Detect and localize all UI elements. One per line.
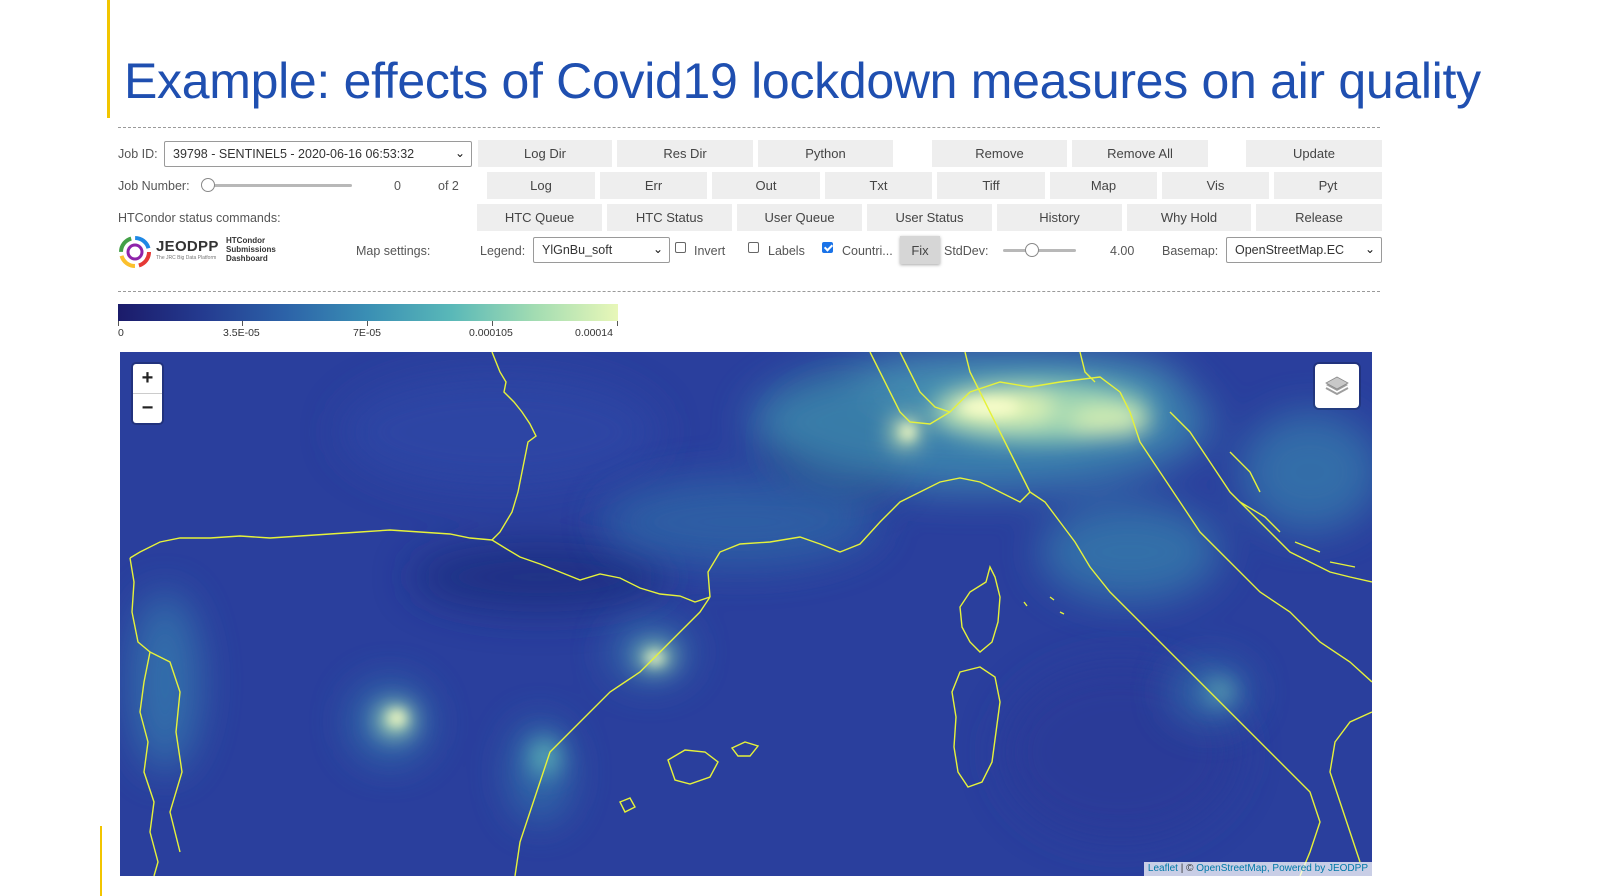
colorbar-tick-label: 0.00014 — [575, 327, 613, 339]
invert-label: Invert — [694, 244, 726, 258]
basemap-select[interactable]: OpenStreetMap.EC ⌄ — [1226, 237, 1382, 263]
python-button[interactable]: Python — [758, 140, 893, 167]
separator-bottom — [118, 291, 1380, 292]
pyt-button[interactable]: Pyt — [1274, 172, 1382, 199]
jeodpp-logo-name: JEODPP — [156, 238, 219, 255]
job-number-value: 0 — [394, 179, 401, 193]
htc-queue-button[interactable]: HTC Queue — [477, 204, 602, 231]
labels-checkbox[interactable] — [748, 242, 759, 253]
err-button[interactable]: Err — [600, 172, 707, 199]
colorbar-tick — [492, 321, 493, 326]
zoom-out-button[interactable]: − — [133, 394, 162, 423]
map-button[interactable]: Map — [1050, 172, 1157, 199]
basemap-value: OpenStreetMap.EC — [1235, 243, 1345, 257]
res-dir-button[interactable]: Res Dir — [617, 140, 753, 167]
colorbar-tick — [118, 321, 119, 326]
colorbar-tick-label: 0 — [118, 327, 124, 339]
jeodpp-logo-icon — [119, 236, 151, 268]
remove-all-button[interactable]: Remove All — [1072, 140, 1208, 167]
job-id-label: Job ID: — [118, 147, 158, 161]
fix-button[interactable]: Fix — [900, 236, 940, 264]
colorbar-tick — [242, 321, 243, 326]
dashboard-logo-line3: Dashboard — [226, 254, 268, 263]
stddev-label: StdDev: — [944, 244, 989, 258]
update-button[interactable]: Update — [1246, 140, 1382, 167]
map-view[interactable] — [120, 352, 1372, 876]
colorbar-tick — [367, 321, 368, 326]
user-queue-button[interactable]: User Queue — [737, 204, 862, 231]
user-status-button[interactable]: User Status — [867, 204, 992, 231]
history-button[interactable]: History — [997, 204, 1122, 231]
colorbar-tick-label: 3.5E-05 — [223, 327, 260, 339]
job-number-total: of 2 — [438, 179, 459, 193]
stddev-slider-thumb[interactable] — [1025, 243, 1040, 257]
colorbar-tick-label: 7E-05 — [353, 327, 382, 339]
no2-heatmap — [120, 352, 1372, 876]
remove-button[interactable]: Remove — [932, 140, 1067, 167]
countries-checkbox[interactable] — [822, 242, 833, 253]
release-button[interactable]: Release — [1256, 204, 1382, 231]
slide-accent-bar-bottom — [100, 826, 102, 896]
legend-select[interactable]: YlGnBu_soft ⌄ — [533, 237, 670, 263]
legend-value: YlGnBu_soft — [542, 243, 613, 257]
legend-label: Legend: — [480, 244, 526, 258]
colorbar-tick — [617, 321, 618, 326]
map-attribution: Leaflet | © OpenStreetMap, Powered by JE… — [1143, 862, 1372, 876]
job-number-slider-thumb[interactable] — [201, 178, 215, 192]
separator-top — [118, 127, 1380, 128]
job-id-select[interactable]: 39798 - SENTINEL5 - 2020-06-16 06:53:32 … — [164, 141, 472, 167]
colorbar-tick-label: 0.000105 — [469, 327, 513, 339]
colorbar — [118, 304, 618, 321]
openstreetmap-link[interactable]: OpenStreetMap — [1196, 863, 1267, 874]
why-hold-button[interactable]: Why Hold — [1127, 204, 1251, 231]
slide-title: Example: effects of Covid19 lockdown mea… — [124, 53, 1481, 109]
invert-checkbox[interactable] — [675, 242, 686, 253]
chevron-down-icon: ⌄ — [454, 146, 465, 160]
countries-label: Countri... — [842, 244, 893, 258]
slide-accent-bar — [107, 0, 110, 118]
htcondor-status-label: HTCondor status commands: — [118, 211, 281, 225]
jeodpp-logo-tagline: The JRC Big Data Platform — [156, 255, 217, 261]
labels-label: Labels — [768, 244, 805, 258]
layers-button[interactable] — [1315, 364, 1359, 408]
stddev-slider-track[interactable] — [1003, 249, 1076, 252]
dashboard-logo-line1: HTCondor — [226, 236, 266, 245]
stddev-value: 4.00 — [1110, 244, 1135, 258]
leaflet-link[interactable]: Leaflet — [1148, 863, 1178, 874]
chevron-down-icon: ⌄ — [652, 242, 663, 256]
job-number-label: Job Number: — [118, 179, 190, 193]
powered-by-jeodpp[interactable]: , Powered by JEODPP — [1267, 863, 1368, 874]
attribution-separator: | © — [1177, 863, 1197, 874]
htc-status-button[interactable]: HTC Status — [607, 204, 732, 231]
out-button[interactable]: Out — [712, 172, 820, 199]
job-id-value: 39798 - SENTINEL5 - 2020-06-16 06:53:32 — [173, 147, 415, 161]
dashboard-logo-line2: Submissions — [226, 245, 276, 254]
chevron-down-icon: ⌄ — [1364, 242, 1375, 256]
jeodpp-logo: JEODPP The JRC Big Data Platform HTCondo… — [118, 235, 293, 269]
map-settings-label: Map settings: — [356, 244, 431, 258]
layers-icon — [1325, 376, 1349, 396]
tiff-button[interactable]: Tiff — [937, 172, 1045, 199]
vis-button[interactable]: Vis — [1162, 172, 1269, 199]
log-button[interactable]: Log — [487, 172, 595, 199]
zoom-control: + − — [133, 364, 162, 423]
txt-button[interactable]: Txt — [825, 172, 932, 199]
job-number-slider-track[interactable] — [207, 184, 352, 187]
zoom-in-button[interactable]: + — [133, 364, 162, 394]
basemap-label: Basemap: — [1162, 244, 1219, 258]
log-dir-button[interactable]: Log Dir — [478, 140, 612, 167]
